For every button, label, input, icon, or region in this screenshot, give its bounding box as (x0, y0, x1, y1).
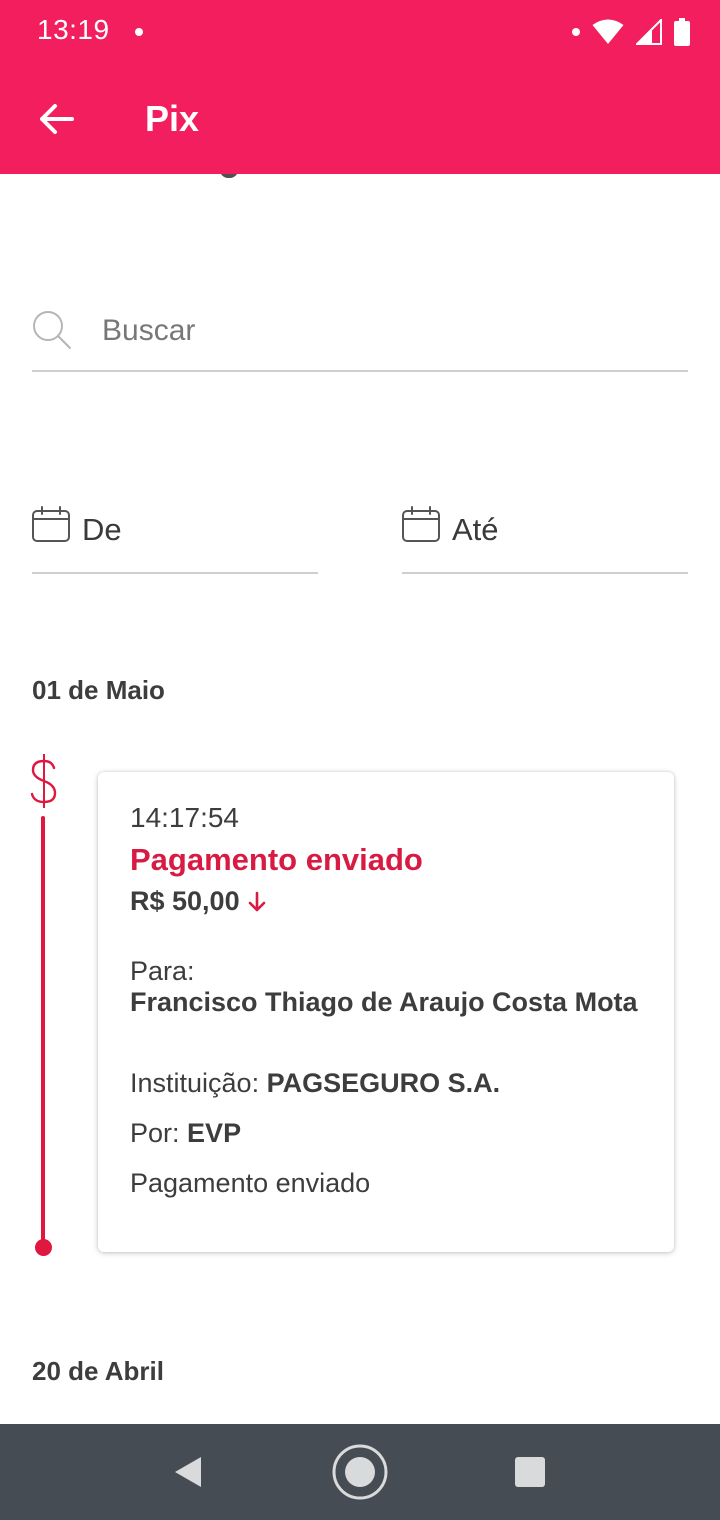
key-type-label: Por: (130, 1118, 180, 1148)
institution-row: Instituição: PAGSEGURO S.A. (130, 1068, 500, 1099)
notification-dot-icon (572, 28, 580, 36)
nav-back-button[interactable] (160, 1444, 216, 1500)
date-from-label: De (82, 512, 122, 547)
transaction-status: Pagamento enviado (130, 842, 423, 877)
circle-home-icon (332, 1444, 388, 1500)
battery-icon (674, 18, 690, 46)
back-button[interactable] (30, 95, 82, 143)
wifi-icon (592, 19, 624, 44)
page-title: Pix (145, 98, 200, 139)
recipient-name: Francisco Thiago de Araujo Costa Mota (130, 987, 638, 1017)
arrow-left-icon (40, 104, 74, 134)
calendar-icon (402, 506, 440, 542)
system-nav-bar (0, 1424, 720, 1520)
timeline-dot (35, 1239, 52, 1256)
search-input[interactable] (102, 306, 662, 356)
signal-icon (636, 19, 662, 45)
key-type-value: EVP (187, 1118, 242, 1148)
timeline (28, 752, 60, 1256)
recipient-label: Para: (130, 956, 195, 986)
nav-home-button[interactable] (332, 1444, 388, 1500)
date-to-label: Até (452, 512, 499, 547)
square-recents-icon (515, 1457, 545, 1487)
dollar-icon (30, 754, 57, 808)
date-from-field[interactable]: De (32, 500, 318, 574)
calendar-icon (32, 506, 70, 542)
transaction-description: Pagamento enviado (130, 1168, 371, 1198)
status-icons (572, 16, 690, 48)
amount-value: R$ 50,00 (130, 886, 240, 916)
transaction-amount: R$ 50,00 (130, 886, 266, 917)
scrolled-content-edge (0, 174, 720, 184)
institution-label: Instituição: (130, 1068, 260, 1098)
section-date: 01 de Maio (32, 675, 165, 705)
search-field[interactable] (32, 300, 688, 372)
status-time: 13:19 (37, 14, 110, 45)
arrow-down-icon (248, 891, 265, 911)
notification-dot-icon (135, 28, 143, 36)
transaction-card[interactable]: 14:17:54 Pagamento enviado R$ 50,00 Para… (98, 772, 674, 1252)
triangle-back-icon (175, 1457, 201, 1487)
search-icon (33, 311, 71, 349)
app-bar: Pix (0, 64, 720, 174)
timeline-line (41, 816, 45, 1246)
nav-recents-button[interactable] (502, 1444, 558, 1500)
institution-value: PAGSEGURO S.A. (266, 1068, 501, 1098)
date-to-field[interactable]: Até (402, 500, 688, 574)
status-bar: 13:19 (0, 0, 720, 64)
transaction-time: 14:17:54 (130, 802, 239, 833)
section-date: 20 de Abril (32, 1356, 164, 1386)
key-type-row: Por: EVP (130, 1118, 241, 1149)
